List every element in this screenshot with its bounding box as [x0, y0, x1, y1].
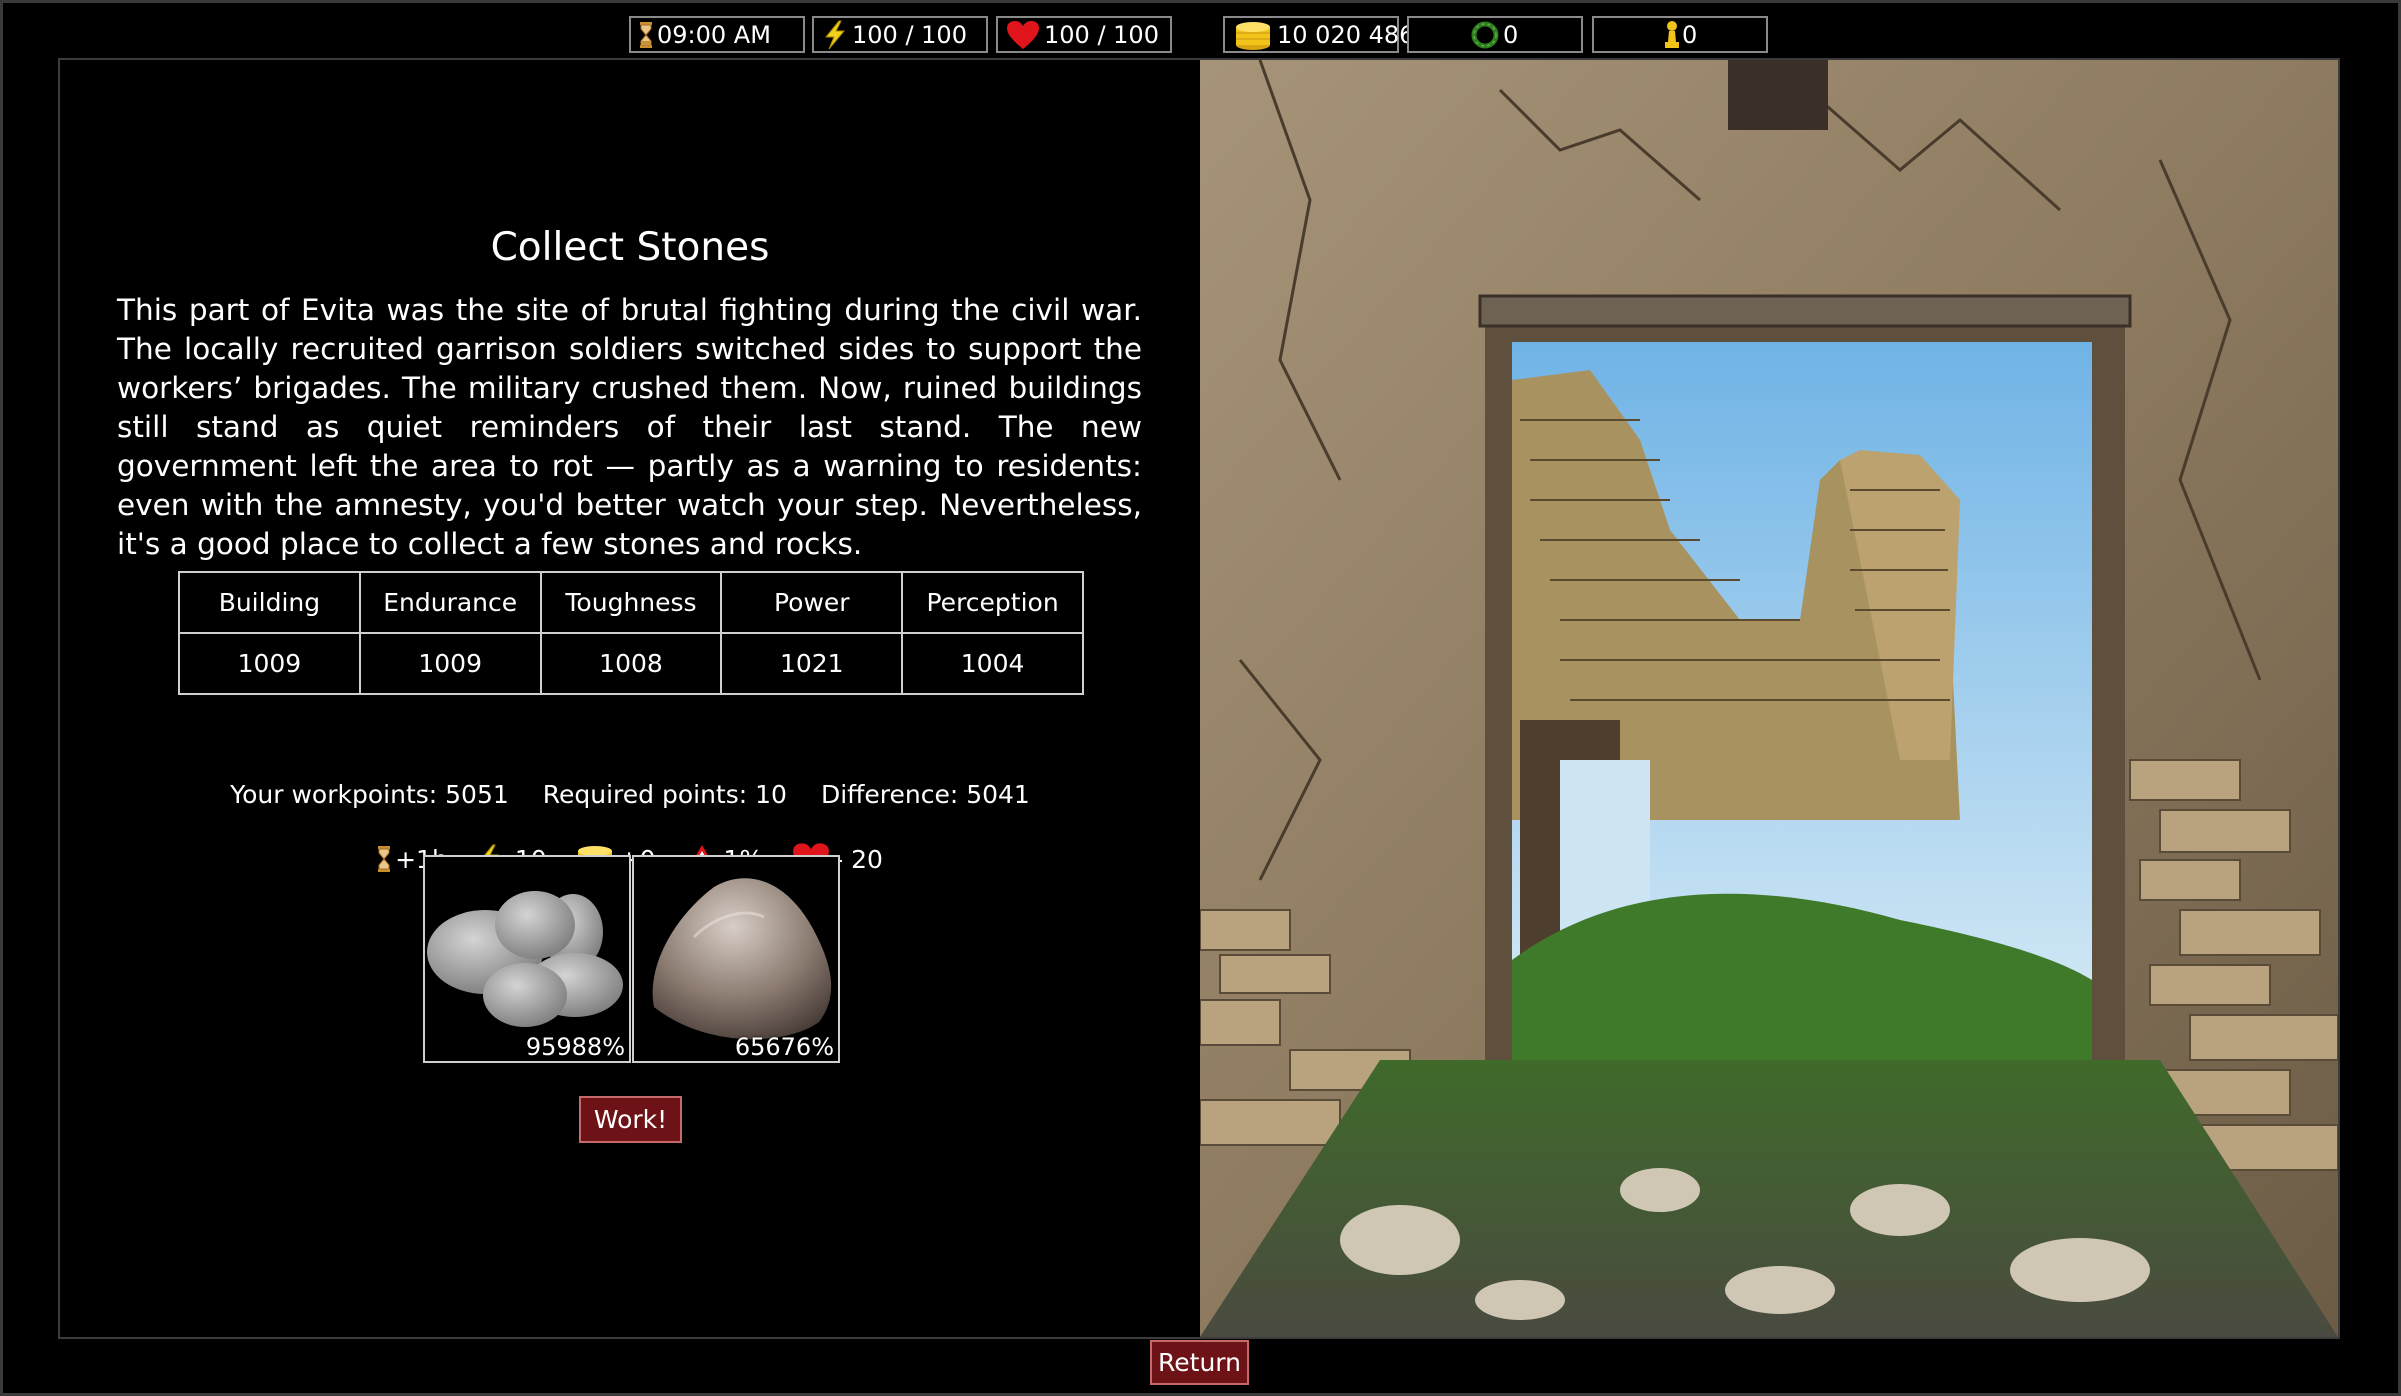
money-stat: 10 020 486 — [1223, 16, 1414, 53]
pawn-value: 0 — [1682, 20, 1698, 49]
health-value: 100 / 100 — [1044, 20, 1159, 49]
required-points-text: Required points: 10 — [542, 780, 787, 809]
table-header-cell: Endurance — [358, 571, 542, 634]
task-description: This part of Evita was the site of bruta… — [117, 293, 1142, 561]
table-header-cell: Power — [720, 571, 904, 634]
pawn-icon — [1665, 20, 1679, 48]
reward-chance: 95988% — [525, 1033, 625, 1061]
difference-text: Difference: 5041 — [820, 780, 1030, 809]
wreath-value: 0 — [1503, 20, 1519, 49]
task-title: Collect Stones — [490, 225, 770, 270]
wreath-stat: 0 — [1407, 16, 1583, 53]
laurel-wreath-icon — [1471, 21, 1499, 48]
hourglass-icon — [378, 846, 391, 872]
table-header-cell: Perception — [901, 571, 1084, 634]
table-header-row: Building Endurance Toughness Power Perce… — [178, 571, 1084, 634]
table-cell: 1008 — [539, 632, 723, 695]
time-value: 09:00 AM — [657, 20, 771, 49]
health-stat: 100 / 100 — [996, 16, 1172, 53]
energy-stat: 100 / 100 — [812, 16, 988, 53]
money-value: 10 020 486 — [1277, 20, 1415, 49]
workpoints-text: Your workpoints: 5051 — [230, 780, 509, 809]
time-stat: 09:00 AM — [629, 16, 805, 53]
skills-table: Building Endurance Toughness Power Perce… — [178, 571, 1084, 695]
lightning-icon — [824, 20, 846, 49]
table-header-cell: Toughness — [539, 571, 723, 634]
table-row: 1009 1009 1008 1021 1004 — [178, 632, 1084, 695]
ruins-illustration — [1200, 60, 2338, 1337]
energy-value: 100 / 100 — [852, 20, 967, 49]
table-cell: 1009 — [178, 632, 361, 695]
table-header-cell: Building — [178, 571, 361, 634]
hourglass-icon — [640, 21, 652, 48]
health-loss-value: - 20 — [834, 844, 883, 874]
heart-icon — [1007, 20, 1039, 49]
scene-image — [1200, 60, 2338, 1337]
reward-chance: 65676% — [734, 1033, 834, 1061]
table-cell: 1004 — [901, 632, 1084, 695]
pawn-stat: 0 — [1592, 16, 1768, 53]
return-button[interactable]: Return — [1150, 1340, 1249, 1385]
coin-stack-icon — [1236, 21, 1270, 50]
work-button[interactable]: Work! — [579, 1096, 682, 1143]
table-cell: 1009 — [358, 632, 542, 695]
reward-pebbles[interactable]: 95988% — [423, 855, 631, 1063]
points-summary: Your workpoints: 5051 Required points: 1… — [60, 780, 1200, 809]
task-panel: Collect Stones This part of Evita was th… — [60, 60, 1200, 1337]
reward-rock[interactable]: 65676% — [632, 855, 840, 1063]
table-cell: 1021 — [720, 632, 904, 695]
main-panel: Collect Stones This part of Evita was th… — [58, 58, 2340, 1339]
